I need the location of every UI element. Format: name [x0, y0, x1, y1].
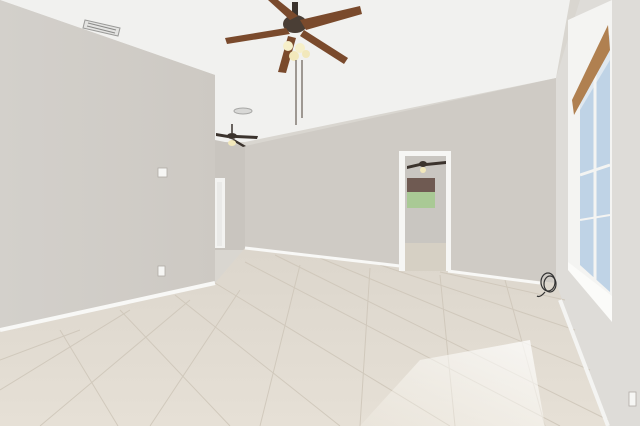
- doorway-left-wall: [215, 178, 225, 248]
- window-right-wall: [568, 0, 612, 322]
- room-illustration: [0, 0, 640, 426]
- empty-room-photo: [0, 0, 640, 426]
- small-ceiling-vent: [233, 107, 253, 115]
- outlet-right-wall: [628, 391, 637, 407]
- light-switch: [157, 167, 168, 178]
- outlet-left-wall: [157, 265, 166, 277]
